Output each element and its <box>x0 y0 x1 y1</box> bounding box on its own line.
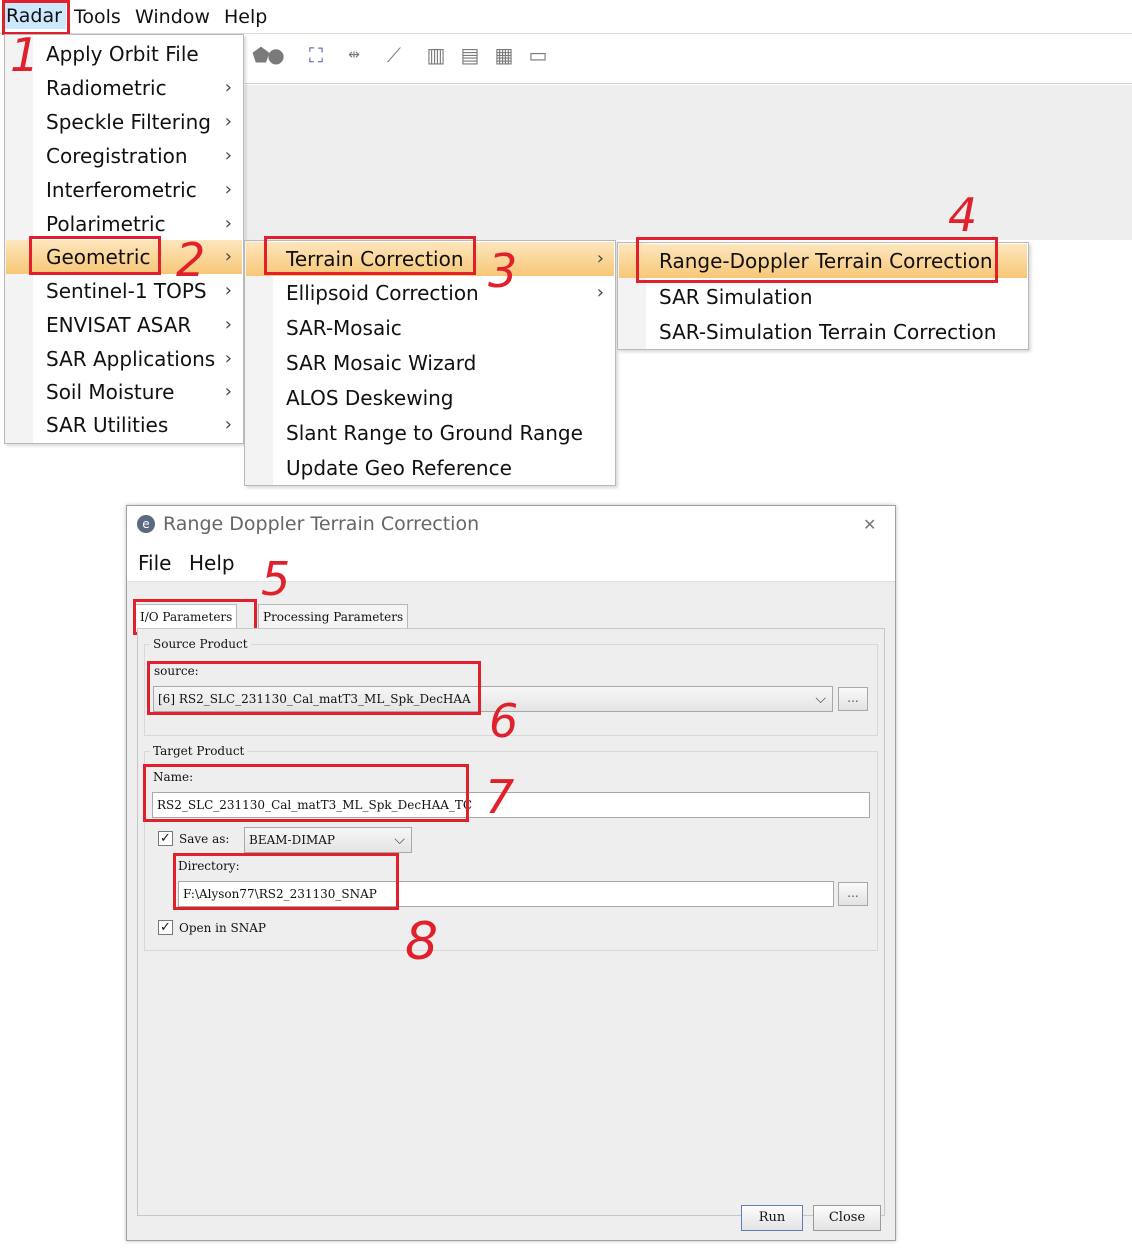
toolbar: ⬟ ● ⛶ ⇹ ⟋ ▥ ▤ ▦ ▭ <box>245 34 1132 84</box>
distance-icon[interactable]: ⇹ <box>341 42 367 68</box>
annotation-number-7: 7 <box>485 770 515 824</box>
menu-item-alos-deskewing[interactable]: ALOS Deskewing <box>246 381 614 415</box>
menu-item-sentinel-1-tops[interactable]: Sentinel-1 TOPS › <box>6 274 242 308</box>
menu-item-geometric[interactable]: Geometric › <box>6 240 242 274</box>
menu-item-range-doppler[interactable]: Range-Doppler Terrain Correction <box>619 244 1027 278</box>
chevron-right-icon: › <box>224 179 232 200</box>
chevron-right-icon: › <box>596 248 604 269</box>
annotation-number-1: 1 <box>10 28 40 82</box>
source-label: source: <box>154 664 199 678</box>
chevron-right-icon: › <box>224 77 232 98</box>
menu-item-sar-simulation-terrain[interactable]: SAR-Simulation Terrain Correction <box>619 315 1027 349</box>
terrain-correction-dialog: e Range Doppler Terrain Correction ✕ Fil… <box>126 505 896 1241</box>
chevron-right-icon: › <box>224 280 232 301</box>
directory-browse-button[interactable]: ... <box>838 882 868 906</box>
source-product-value: [6] RS2_SLC_231130_Cal_matT3_ML_Spk_DecH… <box>158 692 471 706</box>
menu-item-ellipsoid-correction[interactable]: Ellipsoid Correction › <box>246 276 614 310</box>
save-as-checkbox[interactable]: ✓ <box>158 831 173 846</box>
menu-item-apply-orbit-file[interactable]: Apply Orbit File <box>6 37 242 71</box>
directory-field[interactable]: F:\Alyson77\RS2_231130_SNAP <box>178 881 834 907</box>
save-as-format-value: BEAM-DIMAP <box>249 833 335 847</box>
tile-columns-icon[interactable]: ▥ <box>423 42 449 68</box>
menu-item-speckle-filtering[interactable]: Speckle Filtering › <box>6 105 242 139</box>
globe-icon[interactable]: ● <box>263 42 289 68</box>
app-logo-icon: e <box>137 515 155 533</box>
menu-help[interactable]: Help <box>224 4 267 30</box>
menu-item-sar-utilities[interactable]: SAR Utilities › <box>6 408 242 442</box>
chevron-right-icon: › <box>224 213 232 234</box>
menu-item-sar-mosaic[interactable]: SAR-Mosaic <box>246 311 614 345</box>
menu-item-soil-moisture[interactable]: Soil Moisture › <box>6 375 242 409</box>
radar-menu: Apply Orbit File Radiometric › Speckle Fi… <box>4 34 244 444</box>
chevron-right-icon: › <box>224 246 232 267</box>
menu-item-sar-applications[interactable]: SAR Applications › <box>6 342 242 376</box>
menu-item-sar-mosaic-wizard[interactable]: SAR Mosaic Wizard <box>246 346 614 380</box>
name-label: Name: <box>153 770 194 784</box>
menu-item-sar-simulation[interactable]: SAR Simulation <box>619 280 1027 314</box>
chevron-right-icon: › <box>224 414 232 435</box>
directory-label: Directory: <box>178 859 240 873</box>
workspace-area <box>245 85 1132 240</box>
tile-grid-icon[interactable]: ▦ <box>491 42 517 68</box>
menu-item-terrain-correction[interactable]: Terrain Correction › <box>246 242 614 276</box>
menu-tools[interactable]: Tools <box>74 4 121 30</box>
folder-icon[interactable]: ▭ <box>525 42 551 68</box>
open-in-snap-checkbox[interactable]: ✓ <box>158 920 173 935</box>
chevron-right-icon: › <box>224 348 232 369</box>
menu-item-polarimetric[interactable]: Polarimetric › <box>6 207 242 241</box>
menu-item-radiometric[interactable]: Radiometric › <box>6 71 242 105</box>
tab-io-parameters[interactable]: I/O Parameters <box>135 604 238 629</box>
tile-rows-icon[interactable]: ▤ <box>457 42 483 68</box>
dialog-title: Range Doppler Terrain Correction <box>163 513 480 535</box>
dialog-menu-help[interactable]: Help <box>189 551 235 575</box>
main-menubar: Radar Tools Window Help <box>0 0 1132 34</box>
menu-item-interferometric[interactable]: Interferometric › <box>6 173 242 207</box>
window-star-icon[interactable]: ⛶ <box>303 42 329 68</box>
tab-processing-parameters[interactable]: Processing Parameters <box>258 604 409 629</box>
annotation-number-6: 6 <box>489 694 519 748</box>
dialog-titlebar: e Range Doppler Terrain Correction ✕ <box>127 506 895 546</box>
dialog-menu-file[interactable]: File <box>138 551 171 575</box>
annotation-number-5: 5 <box>261 552 291 606</box>
chevron-right-icon: › <box>224 314 232 335</box>
wand-icon[interactable]: ⟋ <box>381 42 407 68</box>
close-icon[interactable]: ✕ <box>863 515 876 534</box>
close-button[interactable]: Close <box>813 1205 881 1231</box>
open-in-snap-label: Open in SNAP <box>179 921 267 935</box>
dialog-menubar: File Help <box>127 546 895 582</box>
terrain-correction-submenu: Range-Doppler Terrain Correction SAR Sim… <box>617 242 1029 350</box>
chevron-down-icon: ⌵ <box>815 691 826 707</box>
annotation-number-4: 4 <box>948 188 978 242</box>
source-product-label: Source Product <box>150 637 251 651</box>
chevron-right-icon: › <box>224 145 232 166</box>
annotation-number-3: 3 <box>488 244 518 298</box>
source-browse-button[interactable]: ... <box>838 687 868 711</box>
chevron-right-icon: › <box>596 282 604 303</box>
save-as-label: Save as: <box>179 832 230 846</box>
chevron-right-icon: › <box>224 111 232 132</box>
menu-radar[interactable]: Radar <box>2 3 66 29</box>
chevron-down-icon: ⌵ <box>394 832 405 848</box>
annotation-number-2: 2 <box>176 233 206 287</box>
menu-item-slant-range[interactable]: Slant Range to Ground Range <box>246 416 614 450</box>
menu-item-update-geo-reference[interactable]: Update Geo Reference <box>246 451 614 485</box>
menu-window[interactable]: Window <box>135 4 210 30</box>
annotation-number-8: 8 <box>405 912 439 972</box>
menu-item-envisat-asar[interactable]: ENVISAT ASAR › <box>6 308 242 342</box>
geometric-submenu: Terrain Correction › Ellipsoid Correction… <box>244 240 616 486</box>
chevron-right-icon: › <box>224 381 232 402</box>
run-button[interactable]: Run <box>741 1205 803 1231</box>
target-product-label: Target Product <box>150 744 248 758</box>
menu-item-coregistration[interactable]: Coregistration › <box>6 139 242 173</box>
save-as-format-select[interactable]: BEAM-DIMAP ⌵ <box>244 827 412 853</box>
